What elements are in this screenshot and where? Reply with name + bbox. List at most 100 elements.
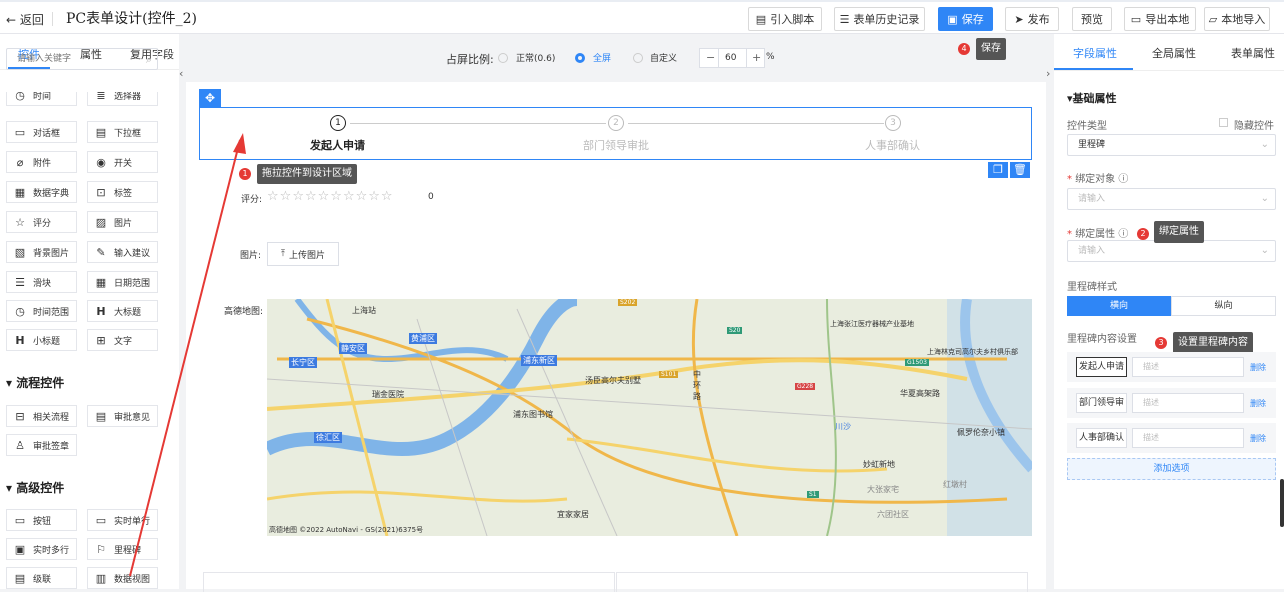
radio-normal[interactable] bbox=[498, 53, 508, 63]
control-dialog[interactable]: ▭ 对话框 bbox=[6, 121, 77, 143]
collapse-right-handle[interactable]: › bbox=[1046, 67, 1050, 80]
save-button[interactable]: ▣ 保存 bbox=[938, 7, 993, 31]
control-dictionary[interactable]: ▦ 数据字典 bbox=[6, 181, 77, 203]
search-input[interactable] bbox=[7, 49, 127, 69]
advanced-section-heading[interactable]: ▾ 高级控件 bbox=[6, 479, 64, 496]
radio-fullscreen[interactable] bbox=[575, 53, 585, 63]
control-approval-opinion[interactable]: ▤ 审批意见 bbox=[87, 405, 158, 427]
control-text[interactable]: ⊞ 文字 bbox=[87, 329, 158, 351]
star-icon[interactable]: ☆ bbox=[318, 189, 331, 204]
hide-control-checkbox[interactable] bbox=[1219, 118, 1228, 127]
control-background-image[interactable]: ▧ 背景图片 bbox=[6, 241, 77, 263]
copy-icon[interactable]: ❐ bbox=[988, 162, 1008, 178]
control-image[interactable]: ▨ 图片 bbox=[87, 211, 158, 233]
style-vertical-button[interactable]: 纵向 bbox=[1171, 296, 1276, 316]
control-slider[interactable]: ☰ 滑块 bbox=[6, 271, 77, 293]
control-big-title[interactable]: H 大标题 bbox=[87, 300, 158, 322]
import-script-button[interactable]: ▤ 引入脚本 bbox=[748, 7, 822, 31]
upload-image-button[interactable]: ⤒ 上传图片 bbox=[267, 242, 339, 266]
publish-button[interactable]: ➤ 发布 bbox=[1005, 7, 1059, 31]
preview-button[interactable]: 预览 bbox=[1072, 7, 1112, 31]
control-data-view[interactable]: ▥ 数据视图 bbox=[87, 567, 158, 589]
milestone-row-label-input[interactable]: 部门领导审批 bbox=[1076, 393, 1127, 413]
star-icon[interactable]: ☆ bbox=[305, 189, 318, 204]
milestone-row-delete[interactable]: 删除 bbox=[1250, 362, 1266, 373]
map-label: 妙虹新地 bbox=[863, 460, 895, 469]
text-icon: ⊞ bbox=[96, 333, 106, 347]
form-cell[interactable] bbox=[616, 572, 1028, 592]
back-link[interactable]: ← 返回 bbox=[6, 11, 44, 28]
tab-form-properties[interactable]: 表单属性 bbox=[1231, 45, 1275, 61]
radio-fullscreen-label: 全屏 bbox=[593, 54, 612, 64]
flow-section-heading[interactable]: ▾ 流程控件 bbox=[6, 374, 64, 391]
map-label: 佩罗伦奈小镇 bbox=[957, 428, 1005, 437]
amap-map[interactable]: 上海站 静安区 黄浦区 长宁区 瑞金医院 徐汇区 浦东新区 汤臣高尔夫别墅 浦东… bbox=[267, 299, 1032, 536]
control-approval-seal[interactable]: ♙ 审批签章 bbox=[6, 434, 77, 456]
scrollbar-thumb[interactable] bbox=[1280, 479, 1284, 527]
star-icon[interactable]: ☆ bbox=[356, 189, 369, 204]
control-small-title[interactable]: H 小标题 bbox=[6, 329, 77, 351]
control-type-select[interactable]: 里程碑 ⌄ bbox=[1067, 134, 1276, 156]
control-cascade[interactable]: ▤ 级联 bbox=[6, 567, 77, 589]
map-label: 汤臣高尔夫别墅 bbox=[585, 376, 641, 385]
star-icon[interactable]: ☆ bbox=[292, 189, 305, 204]
search-box: ⌕ bbox=[6, 48, 158, 70]
ratio-value-input[interactable]: 60 bbox=[725, 53, 736, 63]
control-time[interactable]: ◷ 时间 bbox=[6, 92, 77, 106]
image-icon: ▨ bbox=[95, 215, 107, 229]
milestone-row-desc-input[interactable]: 描述 bbox=[1132, 428, 1244, 448]
help-icon[interactable]: ⓘ bbox=[1118, 174, 1128, 185]
map-attribution: 高德地图 ©2022 AutoNavi - GS(2021)6375号 bbox=[269, 526, 424, 534]
milestone-row-desc-input[interactable]: 描述 bbox=[1132, 357, 1244, 377]
control-rating[interactable]: ☆ 评分 bbox=[6, 211, 77, 233]
map-label: 浦东新区 bbox=[521, 355, 557, 366]
control-milestone[interactable]: ⚐ 里程碑 bbox=[87, 538, 158, 560]
radio-custom[interactable] bbox=[633, 53, 643, 63]
control-button[interactable]: ▭ 按钮 bbox=[6, 509, 77, 531]
map-label: 浦东图书馆 bbox=[513, 410, 553, 419]
milestone-row-label-input[interactable]: 人事部确认 bbox=[1076, 428, 1127, 448]
control-dropdown[interactable]: ▤ 下拉框 bbox=[87, 121, 158, 143]
style-horizontal-button[interactable]: 横向 bbox=[1067, 296, 1171, 316]
control-related-flow[interactable]: ⊟ 相关流程 bbox=[6, 405, 77, 427]
basic-properties-heading[interactable]: ▾基础属性 bbox=[1067, 90, 1117, 106]
history-button[interactable]: ☰ 表单历史记录 bbox=[834, 7, 925, 31]
control-input-suggest[interactable]: ✎ 输入建议 bbox=[87, 241, 158, 263]
milestone-row-delete[interactable]: 删除 bbox=[1250, 433, 1266, 444]
decrement-button[interactable]: − bbox=[706, 51, 715, 64]
star-icon[interactable]: ☆ bbox=[330, 189, 343, 204]
star-icon[interactable]: ☆ bbox=[381, 189, 394, 204]
delete-icon[interactable]: 🗑 bbox=[1010, 162, 1030, 178]
star-icon[interactable]: ☆ bbox=[368, 189, 381, 204]
map-label: G228 bbox=[795, 383, 816, 390]
chart-icon: ▥ bbox=[95, 571, 107, 585]
form-cell[interactable] bbox=[203, 572, 615, 592]
tab-global-properties[interactable]: 全局属性 bbox=[1152, 45, 1196, 61]
milestone-row-delete[interactable]: 删除 bbox=[1250, 398, 1266, 409]
star-icon[interactable]: ☆ bbox=[343, 189, 356, 204]
control-switch[interactable]: ◉ 开关 bbox=[87, 151, 158, 173]
control-realtime-multi[interactable]: ▣ 实时多行 bbox=[6, 538, 77, 560]
move-handle-icon[interactable]: ✥ bbox=[199, 89, 221, 107]
map-label: 上海站 bbox=[352, 306, 376, 315]
help-icon[interactable]: ⓘ bbox=[1118, 229, 1128, 240]
control-realtime-single[interactable]: ▭ 实时单行 bbox=[87, 509, 158, 531]
collapse-left-handle[interactable]: ‹ bbox=[179, 67, 183, 80]
rating-stars[interactable]: ☆☆☆☆☆☆☆☆☆☆ bbox=[267, 189, 394, 204]
import-local-button[interactable]: ▱ 本地导入 bbox=[1204, 7, 1270, 31]
bind-attr-select[interactable]: 请输入 ⌄ bbox=[1067, 240, 1276, 262]
control-date-range[interactable]: ▦ 日期范围 bbox=[87, 271, 158, 293]
control-time-range[interactable]: ◷ 时间范围 bbox=[6, 300, 77, 322]
export-local-button[interactable]: ▭ 导出本地 bbox=[1124, 7, 1196, 31]
star-icon[interactable]: ☆ bbox=[267, 189, 280, 204]
control-attachment[interactable]: ⌀ 附件 bbox=[6, 151, 77, 173]
bind-object-select[interactable]: 请输入 ⌄ bbox=[1067, 188, 1276, 210]
star-icon[interactable]: ☆ bbox=[280, 189, 293, 204]
milestone-row-desc-input[interactable]: 描述 bbox=[1132, 393, 1244, 413]
control-tag[interactable]: ⊡ 标签 bbox=[87, 181, 158, 203]
increment-button[interactable]: + bbox=[752, 51, 761, 64]
add-option-button[interactable]: 添加选项 bbox=[1067, 458, 1276, 480]
milestone-row-label-input[interactable]: 发起人申请 bbox=[1076, 357, 1127, 377]
control-selector[interactable]: ≣ 选择器 bbox=[87, 92, 158, 106]
tab-field-properties[interactable]: 字段属性 bbox=[1073, 45, 1117, 61]
